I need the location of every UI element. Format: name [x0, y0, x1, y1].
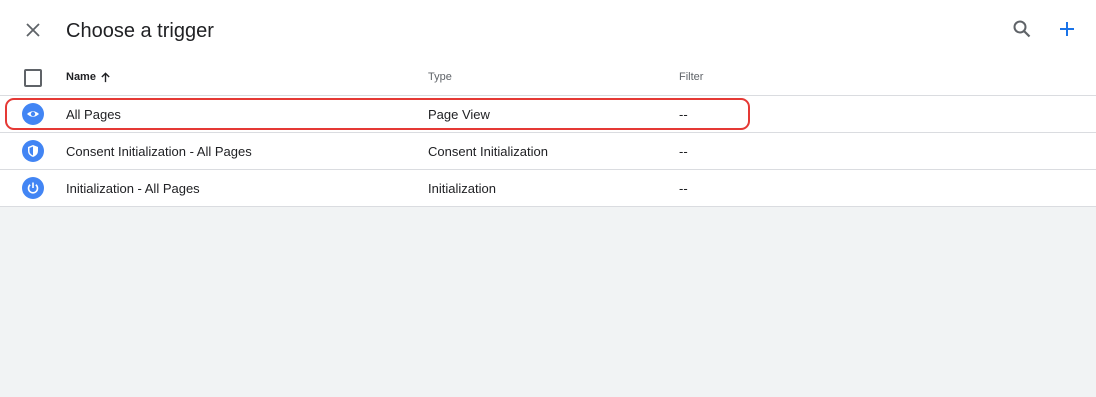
trigger-name: Initialization - All Pages — [66, 181, 200, 196]
column-name-label: Name — [66, 71, 96, 83]
select-all-checkbox[interactable] — [24, 69, 42, 87]
trigger-type: Initialization — [428, 181, 496, 196]
close-icon — [26, 23, 40, 37]
page-title: Choose a trigger — [66, 20, 214, 42]
row-icon-badge — [22, 140, 44, 162]
trigger-filter: -- — [679, 107, 688, 122]
power-icon — [27, 182, 39, 194]
trigger-picker-panel: Choose a trigger Name Type Filter All Pa… — [0, 0, 1096, 207]
trigger-type: Consent Initialization — [428, 144, 548, 159]
table-row[interactable]: Initialization - All Pages Initializatio… — [0, 170, 1096, 207]
column-header-filter[interactable]: Filter — [679, 71, 703, 83]
trigger-name: All Pages — [66, 107, 121, 122]
trigger-filter: -- — [679, 181, 688, 196]
search-button[interactable] — [1009, 16, 1035, 42]
dialog-header: Choose a trigger — [0, 0, 1096, 60]
row-icon-badge — [22, 103, 44, 125]
row-icon-badge — [22, 177, 44, 199]
shield-icon — [28, 145, 38, 157]
table-header: Name Type Filter — [0, 60, 1096, 96]
trigger-name: Consent Initialization - All Pages — [66, 144, 252, 159]
table-row[interactable]: Consent Initialization - All Pages Conse… — [0, 133, 1096, 170]
trigger-type: Page View — [428, 107, 490, 122]
close-button[interactable] — [20, 17, 46, 43]
add-trigger-button[interactable] — [1054, 16, 1080, 42]
plus-icon — [1060, 22, 1074, 36]
table-row[interactable]: All Pages Page View -- — [0, 96, 1096, 133]
column-header-name[interactable]: Name — [66, 71, 111, 83]
column-header-type[interactable]: Type — [428, 71, 452, 83]
arrow-up-icon — [101, 71, 110, 82]
trigger-filter: -- — [679, 144, 688, 159]
search-icon — [1013, 20, 1031, 38]
eye-icon — [27, 111, 39, 117]
